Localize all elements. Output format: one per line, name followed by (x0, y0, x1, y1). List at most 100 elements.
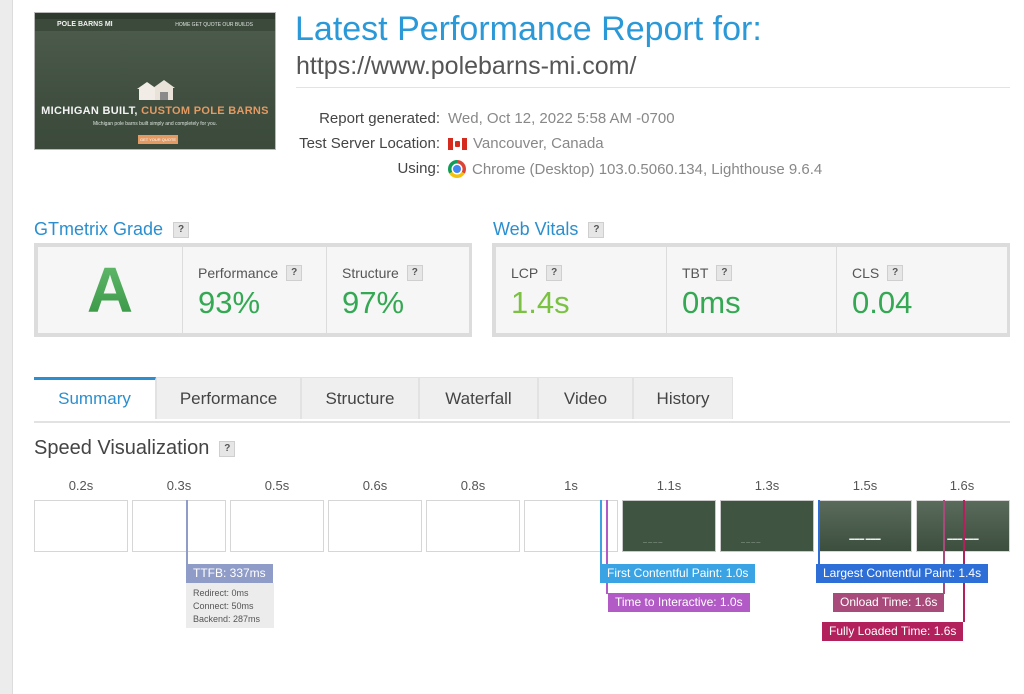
canada-flag-icon (448, 137, 467, 150)
timeline-tick: 0.3s (166, 478, 192, 493)
fully-loaded-label: Fully Loaded Time: 1.6s (822, 622, 964, 641)
performance-label: Performance (198, 265, 279, 281)
ttfb-connect: Connect: 50ms (193, 601, 254, 611)
filmstrip-frame-blank[interactable] (34, 500, 128, 552)
tab-structure[interactable]: Structure (301, 377, 419, 419)
browser-value: Chrome (Desktop) 103.0.5060.134, Lightho… (472, 160, 823, 178)
web-vitals-panel: LCP ? 1.4s TBT ? 0ms CLS ? 0.04 (492, 243, 1010, 337)
meta-value: Vancouver, Canada (448, 135, 604, 152)
help-icon[interactable]: ? (546, 265, 563, 281)
web-vitals-title: Web Vitals (493, 219, 579, 239)
gtmetrix-grade-heading: GTmetrix Grade ? (34, 219, 190, 240)
help-icon[interactable]: ? (887, 265, 904, 281)
timeline-tick: 0.6s (362, 478, 388, 493)
ttfb-marker-line (186, 500, 188, 566)
left-border-stripe (0, 0, 13, 694)
timeline-tick: 1s (564, 478, 578, 493)
meta-label: Test Server Location: (299, 135, 440, 152)
timeline-tick: 1.5s (852, 478, 878, 493)
meta-value: Wed, Oct 12, 2022 5:58 AM -0700 (448, 110, 675, 127)
report-generated-value: Wed, Oct 12, 2022 5:58 AM -0700 (448, 110, 675, 127)
speed-visualization-heading: Speed Visualization ? (34, 437, 236, 460)
meta-label: Using: (397, 160, 440, 177)
filmstrip-frame-blank[interactable] (132, 500, 226, 552)
tab-summary[interactable]: Summary (34, 377, 156, 419)
report-tabs: Summary Performance Structure Waterfall … (34, 377, 1010, 423)
ttfb-backend: Backend: 287ms (193, 614, 261, 624)
lcp-label: LCP (511, 265, 539, 281)
structure-value: 97% (342, 285, 405, 320)
ttfb-redirect: Redirect: 0ms (193, 588, 249, 598)
tab-performance[interactable]: Performance (156, 377, 301, 419)
performance-label-row: Performance ? (198, 265, 303, 281)
chrome-icon (448, 160, 466, 178)
filmstrip-frame-partial[interactable]: — — — — (720, 500, 814, 552)
cls-value: 0.04 (852, 285, 913, 320)
meta-value: Chrome (Desktop) 103.0.5060.134, Lightho… (448, 160, 822, 178)
lcp-value: 1.4s (511, 285, 570, 320)
help-icon[interactable]: ? (286, 265, 303, 281)
timeline-tick: 0.2s (68, 478, 94, 493)
filmstrip-frame-blank[interactable] (524, 500, 618, 552)
web-vitals-heading: Web Vitals ? (493, 219, 605, 240)
tti-label: Time to Interactive: 1.0s (608, 593, 750, 612)
help-icon[interactable]: ? (716, 265, 733, 281)
tbt-cell: TBT ? 0ms (666, 247, 837, 333)
gtmetrix-grade-panel: A Performance ? 93% Structure ? 97% (34, 243, 472, 337)
help-icon[interactable]: ? (173, 221, 190, 238)
tbt-label-row: TBT ? (682, 265, 733, 281)
lcp-label-row: LCP ? (511, 265, 563, 281)
tab-history[interactable]: History (633, 377, 733, 419)
cls-label-row: CLS ? (852, 265, 904, 281)
filmstrip-frame-rendered[interactable]: ▬▬▬ ▬▬▬ (818, 500, 912, 552)
tab-waterfall[interactable]: Waterfall (419, 377, 538, 419)
structure-label-row: Structure ? (342, 265, 423, 281)
filmstrip-frame-blank[interactable] (328, 500, 422, 552)
thumbnail-topbar (35, 13, 275, 19)
thumbnail-headline-accent: CUSTOM POLE BARNS (141, 105, 269, 117)
filmstrip-frame-blank[interactable] (426, 500, 520, 552)
thumbnail-subtext: Michigan pole barns built simply and com… (93, 121, 217, 127)
page-screenshot-thumbnail[interactable]: POLE BARNS MI HOME GET QUOTE OUR BUILDS … (34, 12, 276, 150)
timeline-tick: 0.8s (460, 478, 486, 493)
fully-loaded-marker-line (963, 500, 965, 622)
filmstrip-frame-partial[interactable]: — — — — (622, 500, 716, 552)
report-url[interactable]: https://www.polebarns-mi.com/ (296, 52, 636, 81)
structure-label: Structure (342, 265, 399, 281)
thumbnail-headline-main: MICHIGAN BUILT, (41, 105, 142, 117)
gtmetrix-grade-title: GTmetrix Grade (34, 219, 164, 239)
thumbnail-logo: POLE BARNS MI (57, 21, 113, 28)
ttfb-label: TTFB: 337ms (186, 564, 273, 583)
thumbnail-headline: MICHIGAN BUILT, CUSTOM POLE BARNS (35, 105, 275, 117)
timeline-tick: 1.6s (949, 478, 975, 493)
fcp-marker-line (600, 500, 602, 566)
barn-icon (137, 80, 175, 100)
performance-score-cell: Performance ? 93% (182, 247, 327, 333)
header-divider (296, 87, 1010, 88)
frame-text-stub: — — — — (741, 539, 761, 544)
filmstrip-frame-blank[interactable] (230, 500, 324, 552)
cls-label: CLS (852, 265, 880, 281)
tab-video[interactable]: Video (538, 377, 633, 419)
help-icon[interactable]: ? (406, 265, 423, 281)
frame-text-stub: — — — — (643, 539, 663, 544)
lcp-label: Largest Contentful Paint: 1.4s (816, 564, 989, 583)
tbt-value: 0ms (682, 285, 741, 320)
lcp-marker-line (818, 500, 820, 566)
structure-score-cell: Structure ? 97% (326, 247, 469, 333)
help-icon[interactable]: ? (588, 221, 605, 238)
thumbnail-nav: HOME GET QUOTE OUR BUILDS (175, 22, 253, 28)
thumbnail-cta-button: GET YOUR QUOTE (138, 135, 178, 144)
report-title: Latest Performance Report for: (295, 10, 762, 48)
lcp-cell: LCP ? 1.4s (496, 247, 666, 333)
onload-label: Onload Time: 1.6s (833, 593, 945, 612)
meta-label: Report generated: (319, 110, 440, 127)
fcp-label: First Contentful Paint: 1.0s (600, 564, 756, 583)
server-location-value: Vancouver, Canada (473, 135, 604, 152)
help-icon[interactable]: ? (219, 440, 236, 457)
cls-cell: CLS ? 0.04 (836, 247, 1007, 333)
tbt-label: TBT (682, 265, 709, 281)
frame-headline: ▬▬▬ ▬▬▬ (849, 536, 881, 542)
ttfb-breakdown: Redirect: 0ms Connect: 50ms Backend: 287… (186, 583, 274, 628)
timeline-tick: 1.1s (656, 478, 682, 493)
